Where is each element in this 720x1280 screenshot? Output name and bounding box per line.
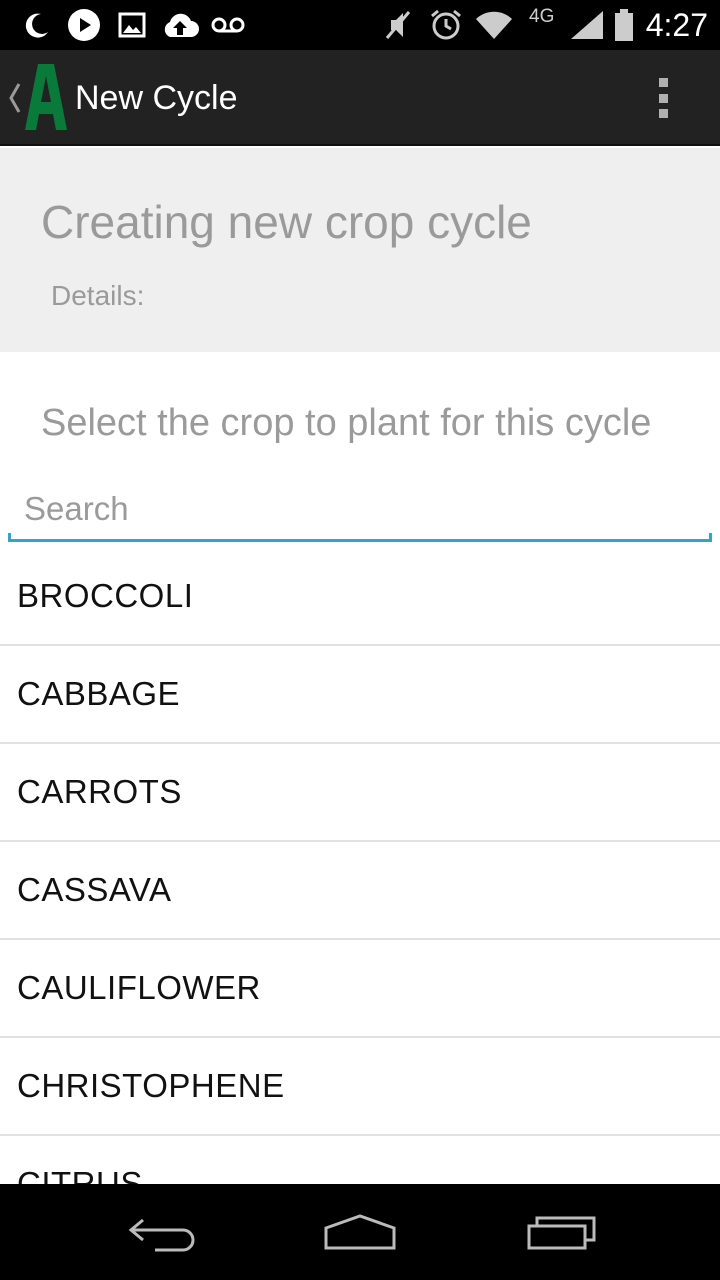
page-title[interactable]: New Cycle bbox=[75, 76, 237, 120]
overflow-menu-icon[interactable] bbox=[648, 76, 678, 120]
recents-icon[interactable] bbox=[517, 1202, 607, 1262]
crop-list[interactable]: BROCCOLI CABBAGE CARROTS CASSAVA CAULIFL… bbox=[0, 548, 720, 1184]
moon-icon bbox=[20, 7, 52, 43]
wifi-icon bbox=[474, 7, 514, 43]
play-icon bbox=[66, 7, 102, 43]
search-input[interactable] bbox=[8, 482, 712, 536]
nav-bar bbox=[0, 1184, 720, 1280]
search-underline bbox=[8, 533, 712, 542]
clock: 4:27 bbox=[645, 7, 708, 43]
up-caret-icon[interactable] bbox=[8, 80, 22, 116]
list-item-cassava[interactable]: CASSAVA bbox=[0, 842, 720, 940]
network-type: 4G bbox=[529, 6, 555, 27]
alarm-icon bbox=[428, 7, 464, 43]
header-title: Creating new crop cycle bbox=[41, 196, 532, 248]
select-crop-prompt: Select the crop to plant for this cycle bbox=[41, 402, 652, 444]
cloud-upload-icon bbox=[160, 7, 200, 43]
home-icon[interactable] bbox=[315, 1202, 405, 1262]
back-icon[interactable] bbox=[115, 1202, 205, 1262]
battery-icon bbox=[612, 7, 636, 43]
header-panel: Creating new crop cycle Details: bbox=[0, 148, 720, 352]
list-item-broccoli[interactable]: BROCCOLI bbox=[0, 548, 720, 646]
action-bar: New Cycle bbox=[0, 50, 720, 146]
voicemail-icon bbox=[210, 7, 246, 43]
status-bar: 4G 4:27 bbox=[0, 0, 720, 50]
list-item-carrots[interactable]: CARROTS bbox=[0, 744, 720, 842]
image-icon bbox=[116, 7, 148, 43]
mute-icon bbox=[380, 7, 416, 43]
list-item-christophene[interactable]: CHRISTOPHENE bbox=[0, 1038, 720, 1136]
app-logo-icon[interactable] bbox=[24, 62, 68, 132]
list-item-cabbage[interactable]: CABBAGE bbox=[0, 646, 720, 744]
list-item-cauliflower[interactable]: CAULIFLOWER bbox=[0, 940, 720, 1038]
search-field[interactable] bbox=[8, 482, 712, 542]
signal-icon bbox=[568, 7, 606, 43]
details-label: Details: bbox=[51, 280, 145, 311]
list-item-citrus[interactable]: CITRUS bbox=[0, 1136, 720, 1184]
